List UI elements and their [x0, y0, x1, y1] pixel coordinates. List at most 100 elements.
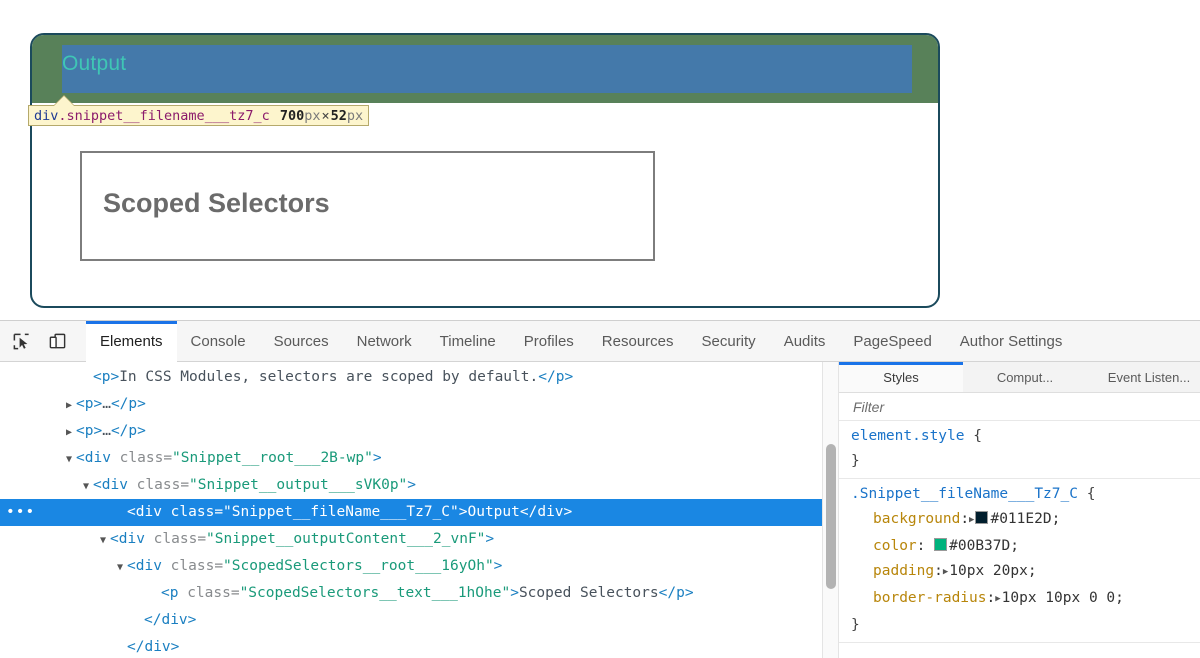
styles-tab-event-listen-[interactable]: Event Listen...	[1087, 362, 1200, 392]
color-swatch[interactable]	[975, 511, 988, 524]
tab-audits[interactable]: Audits	[770, 321, 840, 362]
tab-label: Resources	[602, 333, 674, 350]
dom-token-punc: >	[373, 450, 382, 466]
dom-node-ellipsis-marker[interactable]: •••	[6, 499, 35, 526]
tab-label: Profiles	[524, 333, 574, 350]
dom-token-punc: <	[76, 396, 85, 412]
styles-tab-comput-[interactable]: Comput...	[963, 362, 1087, 392]
styles-pane: StylesComput...Event Listen... Filter el…	[839, 362, 1200, 658]
tab-label: Console	[191, 333, 246, 350]
scoped-selectors-heading: Scoped Selectors	[103, 188, 330, 219]
dom-node-row[interactable]: ▼<div class="Snippet__root___2B-wp">	[0, 445, 822, 472]
dom-node-row[interactable]: ▼<div class="Snippet__output___sVK0p">	[0, 472, 822, 499]
css-selector[interactable]: element.style	[851, 428, 965, 444]
css-property-name[interactable]: padding	[873, 563, 934, 579]
dom-node-row[interactable]: <p class="ScopedSelectors__text___1hOhe"…	[0, 580, 822, 607]
devtools-toolbar: Elements Console Sources NetworkTimeline Pro…	[0, 321, 1200, 362]
css-property-name[interactable]: color	[873, 538, 917, 554]
dom-token-attr: class=	[162, 504, 223, 520]
css-property-value[interactable]: #00B37D	[949, 538, 1010, 554]
dom-node-row[interactable]: <p>In CSS Modules, selectors are scoped …	[0, 364, 822, 391]
dom-token-punc: <	[127, 558, 136, 574]
tab-sources[interactable]: Sources	[260, 321, 343, 362]
dom-token-punc: </	[144, 612, 161, 628]
css-open-brace: {	[965, 428, 982, 444]
tab-console[interactable]: Console	[177, 321, 260, 362]
css-colon: :	[917, 538, 934, 554]
dom-token-punc: >	[137, 396, 146, 412]
dom-token-punc: <	[110, 531, 119, 547]
dom-token-txt: …	[102, 423, 111, 439]
triangle-right-icon[interactable]: ▶	[943, 560, 948, 585]
color-swatch[interactable]	[934, 538, 947, 551]
css-declaration[interactable]: color: #00B37D;	[851, 534, 1200, 559]
css-declaration[interactable]: background:▶#011E2D;	[851, 507, 1200, 534]
triangle-right-icon[interactable]: ▶	[995, 587, 1000, 612]
css-semicolon: ;	[1115, 590, 1124, 606]
css-close-brace: }	[851, 449, 1200, 474]
dom-token-punc: <	[93, 477, 102, 493]
tab-elements[interactable]: Elements	[86, 321, 177, 362]
triangle-right-icon[interactable]: ▶	[62, 392, 76, 419]
devtools-body: <p>In CSS Modules, selectors are scoped …	[0, 362, 1200, 658]
dom-token-punc: </	[538, 369, 555, 385]
triangle-right-icon[interactable]: ▶	[62, 419, 76, 446]
dom-node-row-selected[interactable]: ••• <div class="Snippet__fileName___Tz7_…	[0, 499, 822, 526]
dom-token-punc: <	[93, 369, 102, 385]
dom-token-punc: >	[494, 558, 503, 574]
tooltip-times-symbol: ×	[321, 108, 331, 124]
dom-node-row[interactable]: ▶<p>…</p>	[0, 391, 822, 418]
tab-network[interactable]: Network	[343, 321, 426, 362]
triangle-down-icon[interactable]: ▼	[113, 554, 127, 581]
styles-filter-placeholder: Filter	[853, 399, 884, 415]
dom-node-row[interactable]: </div>	[0, 634, 822, 658]
dom-token-punc: </	[127, 639, 144, 655]
dom-node-row[interactable]: ▼<div class="Snippet__outputContent___2_…	[0, 526, 822, 553]
css-selector[interactable]: .Snippet__fileName___Tz7_C	[851, 486, 1078, 502]
dom-tree-scrollbar-thumb[interactable]	[826, 444, 836, 589]
styles-filter-input[interactable]: Filter	[839, 393, 1200, 421]
css-declaration[interactable]: padding:▶10px 20px;	[851, 559, 1200, 586]
output-header-label: Output	[62, 52, 462, 76]
twisty-spacer	[113, 500, 127, 527]
css-open-brace: {	[1078, 486, 1095, 502]
css-property-name[interactable]: background	[873, 511, 960, 527]
dom-token-tag: p	[128, 396, 137, 412]
triangle-down-icon[interactable]: ▼	[96, 527, 110, 554]
tab-profiles[interactable]: Profiles	[510, 321, 588, 362]
dom-token-tag: div	[537, 504, 563, 520]
css-property-name[interactable]: border-radius	[873, 590, 987, 606]
element-highlight-tooltip: div.snippet__filename___tz7_c 700px×52px	[28, 105, 369, 126]
tab-timeline[interactable]: Timeline	[426, 321, 510, 362]
dom-token-val: "Snippet__outputContent___2_vnF"	[206, 531, 485, 547]
css-colon: :	[987, 590, 996, 606]
dom-node-row[interactable]: </div>	[0, 607, 822, 634]
dom-tree-pane[interactable]: <p>In CSS Modules, selectors are scoped …	[0, 362, 822, 658]
inspect-element-icon[interactable]	[6, 326, 36, 356]
device-toolbar-icon[interactable]	[42, 326, 72, 356]
tooltip-width-unit: px	[304, 108, 320, 124]
dom-node-row[interactable]: ▼<div class="ScopedSelectors__root___16y…	[0, 553, 822, 580]
dom-tree-scrollbar[interactable]	[822, 362, 839, 658]
dom-token-tag: div	[102, 477, 128, 493]
dom-token-attr: class=	[111, 450, 172, 466]
twisty-spacer	[147, 581, 161, 608]
tab-label: Sources	[274, 333, 329, 350]
triangle-right-icon[interactable]: ▶	[969, 508, 974, 533]
dom-token-punc: </	[659, 585, 676, 601]
tab-pagespeed[interactable]: PageSpeed	[839, 321, 945, 362]
tab-label: Security	[702, 333, 756, 350]
css-declaration[interactable]: border-radius:▶10px 10px 0 0;	[851, 586, 1200, 613]
triangle-down-icon[interactable]: ▼	[62, 446, 76, 473]
css-rule-header: element.style {	[851, 424, 1200, 449]
tooltip-tag-name: div	[34, 108, 58, 124]
css-property-value[interactable]: 10px 10px 0 0	[1002, 590, 1116, 606]
dom-node-row[interactable]: ▶<p>…</p>	[0, 418, 822, 445]
css-property-value[interactable]: #011E2D	[990, 511, 1051, 527]
tab-security[interactable]: Security	[688, 321, 770, 362]
css-property-value[interactable]: 10px 20px	[949, 563, 1028, 579]
styles-tab-styles[interactable]: Styles	[839, 362, 963, 392]
tab-resources[interactable]: Resources	[588, 321, 688, 362]
tab-author-settings[interactable]: Author Settings	[946, 321, 1077, 362]
triangle-down-icon[interactable]: ▼	[79, 473, 93, 500]
